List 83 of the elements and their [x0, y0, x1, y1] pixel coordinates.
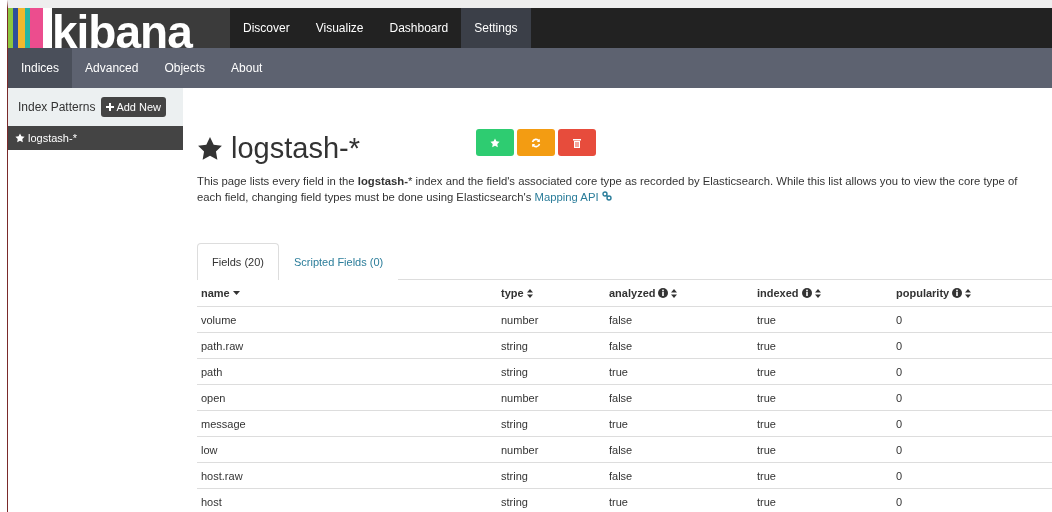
- table-cell: 0: [892, 463, 1052, 489]
- info-icon: [801, 288, 812, 298]
- column-label: type: [501, 287, 524, 299]
- table-cell: true: [753, 437, 892, 463]
- column-header[interactable]: name: [197, 280, 497, 307]
- sort-icon[interactable]: [671, 288, 678, 298]
- index-title: logstash-*: [197, 132, 360, 165]
- column-header[interactable]: analyzed: [605, 280, 753, 307]
- table-cell: string: [497, 411, 605, 437]
- nav-tab[interactable]: Discover: [230, 8, 303, 48]
- table-cell: true: [605, 411, 753, 437]
- subnav-tab[interactable]: Indices: [8, 48, 73, 88]
- plus-icon: [106, 103, 115, 111]
- table-cell: 0: [892, 333, 1052, 359]
- table-cell: string: [497, 359, 605, 385]
- table-cell: false: [605, 307, 753, 333]
- link-icon: [601, 191, 612, 201]
- table-cell: 0: [892, 411, 1052, 437]
- nav-tab[interactable]: Visualize: [302, 8, 377, 48]
- table-cell: path.raw: [197, 333, 497, 359]
- table-cell: host.raw: [197, 463, 497, 489]
- fields-tab[interactable]: Fields (20): [197, 243, 279, 280]
- table-cell: true: [753, 411, 892, 437]
- nav-tab[interactable]: Settings: [461, 8, 531, 48]
- table-cell: true: [753, 489, 892, 512]
- info-icon: [952, 288, 963, 298]
- table-cell: number: [497, 437, 605, 463]
- mapping-api-link[interactable]: Mapping API: [534, 191, 612, 203]
- table-cell: true: [605, 359, 753, 385]
- table-cell: false: [605, 463, 753, 489]
- sort-icon[interactable]: [526, 288, 533, 298]
- logo-text: kibana: [52, 12, 192, 48]
- table-cell: true: [753, 385, 892, 411]
- column-header[interactable]: type: [497, 280, 605, 307]
- table-cell: true: [753, 307, 892, 333]
- trash-icon: [572, 137, 581, 148]
- index-pattern-item[interactable]: logstash-*: [8, 126, 183, 150]
- delete-button[interactable]: [557, 129, 596, 156]
- table-cell: string: [497, 489, 605, 512]
- add-new-button[interactable]: Add New: [101, 97, 167, 117]
- table-cell: true: [605, 489, 753, 512]
- table-cell: 0: [892, 359, 1052, 385]
- table-cell: host: [197, 489, 497, 512]
- table-cell: false: [605, 385, 753, 411]
- table-cell: false: [605, 333, 753, 359]
- info-icon: [658, 288, 669, 298]
- subnav-tab[interactable]: Advanced: [72, 48, 152, 88]
- sort-icon[interactable]: [965, 288, 972, 298]
- table-cell: true: [753, 333, 892, 359]
- table-cell: false: [605, 437, 753, 463]
- sort-icon[interactable]: [814, 288, 821, 298]
- refresh-icon: [530, 137, 541, 148]
- subnav-tab[interactable]: About: [218, 48, 276, 88]
- column-label: name: [201, 287, 230, 299]
- table-cell: path: [197, 359, 497, 385]
- table-cell: true: [753, 463, 892, 489]
- table-cell: 0: [892, 437, 1052, 463]
- table-cell: message: [197, 411, 497, 437]
- table-cell: 0: [892, 385, 1052, 411]
- table-cell: open: [197, 385, 497, 411]
- column-header[interactable]: popularity: [892, 280, 1052, 307]
- star-icon: [489, 137, 500, 148]
- table-cell: volume: [197, 307, 497, 333]
- description: This page lists every field in the logstash-* index and the field's associated core type as recorded by Elasticsearch. While this list allows you to view the core type of each field, changing field types must be done using Elasticsearch's Mapping API: [197, 174, 1019, 205]
- table-cell: number: [497, 307, 605, 333]
- column-header[interactable]: indexed: [753, 280, 892, 307]
- table-cell: true: [753, 359, 892, 385]
- star-icon: [197, 135, 223, 162]
- table-cell: string: [497, 463, 605, 489]
- table-cell: low: [197, 437, 497, 463]
- table-cell: 0: [892, 307, 1052, 333]
- nav-tab[interactable]: Dashboard: [376, 8, 462, 48]
- caret-icon[interactable]: [232, 291, 240, 295]
- sidebar-title: Index Patterns: [18, 100, 96, 114]
- column-label: popularity: [896, 287, 950, 299]
- subnav-tab[interactable]: Objects: [151, 48, 219, 88]
- column-label: indexed: [757, 287, 799, 299]
- star-icon: [15, 133, 25, 143]
- table-cell: string: [497, 333, 605, 359]
- table-cell: 0: [892, 489, 1052, 512]
- logo-icon: [8, 8, 52, 48]
- table-cell: number: [497, 385, 605, 411]
- column-label: analyzed: [609, 287, 656, 299]
